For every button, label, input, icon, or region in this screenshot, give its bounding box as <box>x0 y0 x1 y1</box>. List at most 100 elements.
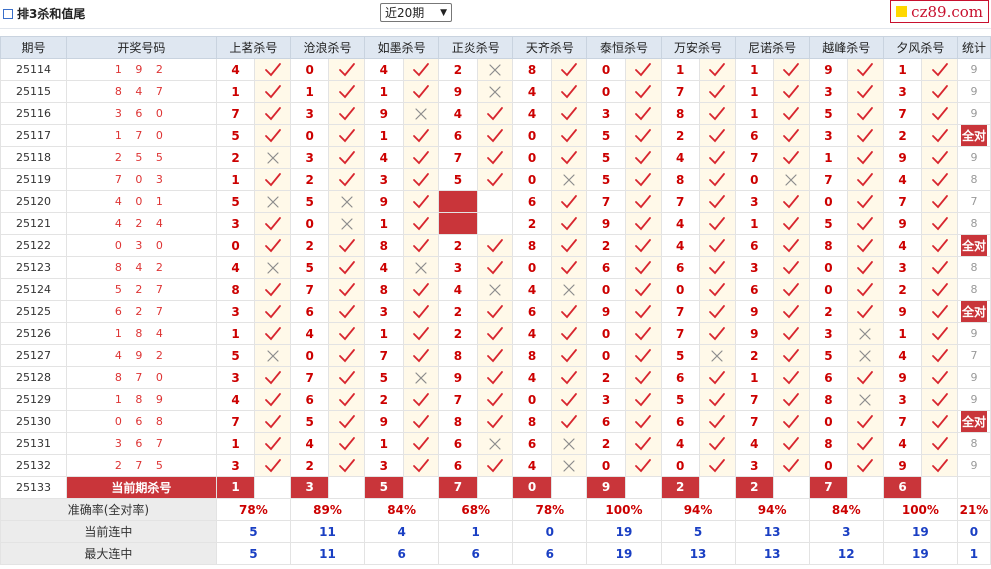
result-mark <box>921 102 958 125</box>
result-mark <box>773 234 810 257</box>
draw-numbers: 4 9 2 <box>65 344 217 367</box>
check-icon <box>857 172 874 186</box>
result-mark <box>698 168 736 191</box>
kill-number: 1 <box>215 432 256 455</box>
period-select-value: 近20期 <box>385 6 425 20</box>
accuracy-row-value: 84% <box>808 498 884 521</box>
kill-number: 7 <box>882 410 923 433</box>
kill-number-table: 期号 开奖号码 上茗杀号 沧浪杀号 如墨杀号 正炎杀号 天齐杀号 泰恒杀号 万安杀号 尼诺杀号 越峰… <box>0 36 991 565</box>
kill-number: 3 <box>364 168 404 191</box>
result-mark <box>624 366 662 389</box>
check-icon <box>857 238 874 252</box>
check-icon <box>635 304 652 318</box>
check-icon <box>709 436 726 450</box>
kill-number: 6 <box>734 278 775 301</box>
site-logo[interactable]: cz89.com <box>890 0 989 23</box>
kill-number: 0 <box>660 278 700 301</box>
result-mark <box>921 256 958 279</box>
result-mark <box>476 190 514 213</box>
max-streak-row-value: 12 <box>808 542 884 565</box>
kill-number: 4 <box>215 58 256 81</box>
period-select[interactable]: 近20期 ▼ <box>380 3 452 22</box>
issue-number: 25133 <box>0 476 67 499</box>
cross-icon <box>489 437 501 450</box>
draw-numbers: 4 0 1 <box>65 190 217 213</box>
result-mark <box>624 344 662 367</box>
check-icon <box>487 348 503 362</box>
result-mark <box>328 80 366 103</box>
check-icon <box>931 238 948 252</box>
kill-number: 5 <box>808 212 849 235</box>
column-header: 期号 <box>0 36 67 59</box>
row-stat: 8 <box>956 256 991 279</box>
table-row: 25124 5 2 787844006028 <box>0 278 991 301</box>
issue-number: 25129 <box>0 388 67 411</box>
check-icon <box>857 458 874 472</box>
result-mark <box>402 410 440 433</box>
current-kill-number: 7 <box>810 477 847 498</box>
kill-number: 2 <box>586 366 626 389</box>
current-streak-row-label: 当前连中 <box>0 520 217 543</box>
kill-number: 7 <box>808 168 849 191</box>
check-icon <box>635 260 652 274</box>
check-icon <box>931 414 948 428</box>
check-icon <box>487 414 503 428</box>
kill-number: 6 <box>586 410 626 433</box>
draw-numbers: 2 5 5 <box>65 146 217 169</box>
kill-number <box>438 212 478 235</box>
kill-number: 1 <box>289 80 330 103</box>
result-mark <box>624 278 662 301</box>
table-row: 25116 3 6 073944381579 <box>0 102 991 125</box>
result-mark <box>698 124 736 147</box>
kill-number: 8 <box>512 58 552 81</box>
table-row: 25128 8 7 03 7 5 9 4 2 6 1 6 9 9 <box>0 366 991 389</box>
square-bullet-icon <box>3 9 13 19</box>
row-stat: 9 <box>956 102 991 125</box>
result-mark <box>476 454 514 477</box>
column-header: 正炎杀号 <box>438 36 514 59</box>
kill-number: 0 <box>512 168 552 191</box>
cross-icon <box>267 195 279 208</box>
result-mark <box>476 58 514 81</box>
draw-numbers: 8 4 2 <box>65 256 217 279</box>
kill-number: 7 <box>364 344 404 367</box>
check-icon <box>487 458 503 472</box>
check-icon <box>412 326 429 340</box>
kill-number: 9 <box>364 190 404 213</box>
check-icon <box>931 458 948 472</box>
current-kill-cell: 2 <box>660 476 700 499</box>
accuracy-row-value: 94% <box>660 498 736 521</box>
result-mark <box>328 190 366 213</box>
kill-number: 7 <box>734 388 775 411</box>
cross-icon <box>711 349 723 362</box>
table-header-row: 期号 开奖号码 上茗杀号 沧浪杀号 如墨杀号 正炎杀号 天齐杀号 泰恒杀号 万安杀号 尼诺杀号 越峰… <box>0 36 991 59</box>
current-kill-number: 0 <box>513 477 551 498</box>
row-stat: 9 <box>956 454 991 477</box>
kill-number: 5 <box>364 366 404 389</box>
result-mark <box>550 344 588 367</box>
result-mark <box>773 278 810 301</box>
check-icon <box>709 304 726 318</box>
check-icon <box>931 370 948 384</box>
check-icon <box>783 436 800 450</box>
check-icon <box>783 260 800 274</box>
empty-cell <box>476 476 514 499</box>
cross-icon <box>267 261 279 274</box>
kill-number: 4 <box>734 432 775 455</box>
current-kill-cell: 6 <box>882 476 923 499</box>
check-icon <box>857 84 874 98</box>
result-mark <box>254 146 291 169</box>
result-mark <box>254 234 291 257</box>
result-mark <box>328 410 366 433</box>
kill-number: 2 <box>586 432 626 455</box>
accuracy-row-value: 94% <box>734 498 810 521</box>
page-title-text: 排3杀和值尾 <box>17 7 86 21</box>
kill-number: 8 <box>215 278 256 301</box>
check-icon <box>931 84 948 98</box>
kill-number: 3 <box>215 300 256 323</box>
kill-number: 0 <box>512 124 552 147</box>
kill-number: 7 <box>289 278 330 301</box>
result-mark <box>698 278 736 301</box>
kill-number: 4 <box>438 278 478 301</box>
kill-number: 9 <box>438 80 478 103</box>
